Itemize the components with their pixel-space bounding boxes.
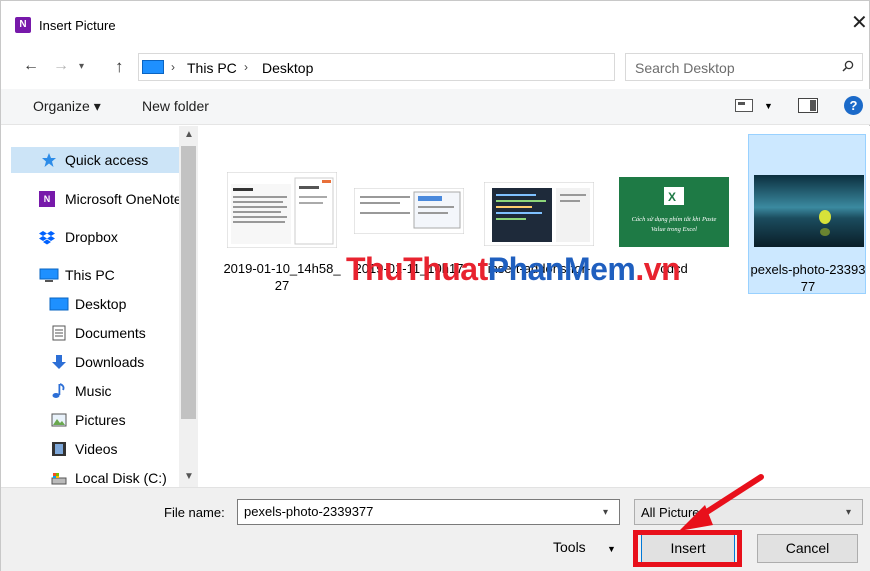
photo-thumbnail xyxy=(754,175,864,247)
nav-item-quick-access[interactable]: Quick access xyxy=(11,147,189,173)
change-view-icon[interactable] xyxy=(735,99,753,112)
new-folder-button[interactable]: New folder xyxy=(142,98,209,114)
insert-picture-dialog: N Insert Picture ✕ ← → ▾ ↑ › This PC › D… xyxy=(0,0,870,571)
breadcrumb-this-pc[interactable]: This PC xyxy=(187,60,237,76)
navigation-pane: Quick access N Microsoft OneNote Dropbox… xyxy=(1,126,198,487)
file-type-select[interactable]: All Pictures ▾ xyxy=(634,499,863,525)
nav-item-label: Downloads xyxy=(75,354,145,370)
dialog-footer: File name: pexels-photo-2339377 ▾ All Pi… xyxy=(1,487,870,571)
view-options-chevron-icon[interactable]: ▼ xyxy=(764,101,773,111)
file-type-value: All Pictures xyxy=(641,505,707,520)
nav-item-label: Quick access xyxy=(65,152,149,168)
nav-scrollbar[interactable]: ▲ ▼ xyxy=(179,126,198,487)
breadcrumb-desktop[interactable]: Desktop xyxy=(262,60,313,76)
address-row: ← → ▾ ↑ › This PC › Desktop ▾ ↻ Search D… xyxy=(1,51,870,85)
watermark-part1: ThuThuat xyxy=(346,251,488,287)
pictures-icon xyxy=(51,413,67,427)
videos-icon xyxy=(52,442,66,456)
breadcrumb-separator: › xyxy=(171,60,175,74)
nav-item-label: Desktop xyxy=(75,296,127,312)
file-item[interactable]: 2019-01-10_14h58_27 xyxy=(223,136,341,296)
nav-item-desktop[interactable]: Desktop xyxy=(11,291,189,317)
search-icon[interactable] xyxy=(842,60,854,72)
tools-dropdown-icon[interactable]: ▼ xyxy=(607,544,616,554)
insert-button[interactable]: Insert xyxy=(641,534,735,563)
nav-item-this-pc[interactable]: This PC xyxy=(11,262,189,288)
nav-item-label: Dropbox xyxy=(65,229,118,245)
nav-item-music[interactable]: Music xyxy=(11,378,189,404)
music-icon xyxy=(52,383,65,398)
watermark-text: ThuThuatPhanMem.vn xyxy=(346,251,681,288)
cancel-button[interactable]: Cancel xyxy=(757,534,858,563)
file-name-input[interactable]: pexels-photo-2339377 xyxy=(237,499,620,525)
search-placeholder: Search Desktop xyxy=(635,60,735,76)
file-list: 2019-01-10_14h58_27 2019-01-11_10h17 ins… xyxy=(199,126,870,487)
address-bar[interactable]: › This PC › Desktop ▾ ↻ xyxy=(138,53,740,81)
back-arrow-icon[interactable]: ← xyxy=(23,57,39,75)
forward-arrow-icon[interactable]: → xyxy=(53,57,69,75)
nav-item-label: Local Disk (C:) xyxy=(75,470,167,486)
file-label: 2019-01-10_14h58_27 xyxy=(223,261,341,293)
onenote-app-icon: N xyxy=(15,17,31,33)
downloads-icon xyxy=(52,355,66,369)
file-name-dropdown-icon[interactable]: ▾ xyxy=(603,507,608,518)
chevron-down-icon: ▾ xyxy=(846,507,852,518)
nav-item-label: Documents xyxy=(75,325,146,341)
watermark-part3: .vn xyxy=(635,251,681,287)
recent-locations-chevron-icon[interactable]: ▾ xyxy=(79,61,84,72)
file-thumbnail xyxy=(227,172,337,248)
title-bar: N Insert Picture ✕ xyxy=(1,1,870,45)
file-name-label: File name: xyxy=(164,505,225,520)
nav-item-label: This PC xyxy=(65,267,115,283)
svg-text:Cách sử dụng phím tắt khi Past: Cách sử dụng phím tắt khi Paste xyxy=(632,216,717,223)
dialog-title: Insert Picture xyxy=(39,18,116,33)
nav-item-documents[interactable]: Documents xyxy=(11,320,189,346)
file-thumbnail xyxy=(484,182,594,246)
nav-item-downloads[interactable]: Downloads xyxy=(11,349,189,375)
scroll-up-icon[interactable]: ▲ xyxy=(184,129,194,140)
nav-item-pictures[interactable]: Pictures xyxy=(11,407,189,433)
svg-text:X: X xyxy=(668,190,676,204)
tools-button[interactable]: Tools xyxy=(553,539,586,555)
desktop-icon xyxy=(49,297,69,311)
scroll-down-icon[interactable]: ▼ xyxy=(184,471,194,482)
nav-item-videos[interactable]: Videos xyxy=(11,436,189,462)
pc-icon xyxy=(39,268,59,282)
nav-item-label: Music xyxy=(75,383,112,399)
nav-item-dropbox[interactable]: Dropbox xyxy=(11,224,189,250)
disk-icon xyxy=(51,473,67,485)
file-thumbnail xyxy=(354,188,464,234)
up-arrow-icon[interactable]: ↑ xyxy=(115,57,124,77)
close-icon[interactable]: ✕ xyxy=(851,13,868,33)
help-icon[interactable]: ? xyxy=(844,96,863,115)
preview-pane-icon[interactable] xyxy=(798,98,818,113)
this-pc-icon xyxy=(142,60,164,74)
nav-item-label: Microsoft OneNote xyxy=(65,191,182,207)
onenote-icon: N xyxy=(39,191,55,207)
svg-text:Value trong Excel: Value trong Excel xyxy=(651,226,697,233)
toolbar: Organize ▾ New folder ▼ ? xyxy=(1,89,870,125)
documents-icon xyxy=(52,325,66,341)
dropbox-icon xyxy=(39,231,55,245)
breadcrumb-separator: › xyxy=(244,60,248,74)
watermark-part2: PhanMem xyxy=(487,251,636,287)
nav-item-label: Pictures xyxy=(75,412,126,428)
excel-thumbnail-icon: X Cách sử dụng phím tắt khi Paste Value … xyxy=(619,177,729,247)
search-input[interactable]: Search Desktop xyxy=(625,53,863,81)
nav-item-label: Videos xyxy=(75,441,118,457)
scroll-thumb[interactable] xyxy=(181,146,196,419)
file-label: pexels-photo-2339377 xyxy=(750,262,866,294)
organize-button[interactable]: Organize ▾ xyxy=(33,98,101,115)
star-icon xyxy=(42,153,56,167)
nav-item-local-disk[interactable]: Local Disk (C:) xyxy=(11,465,189,487)
file-item-selected[interactable]: pexels-photo-2339377 xyxy=(748,134,866,294)
nav-item-onenote[interactable]: N Microsoft OneNote xyxy=(11,186,189,212)
